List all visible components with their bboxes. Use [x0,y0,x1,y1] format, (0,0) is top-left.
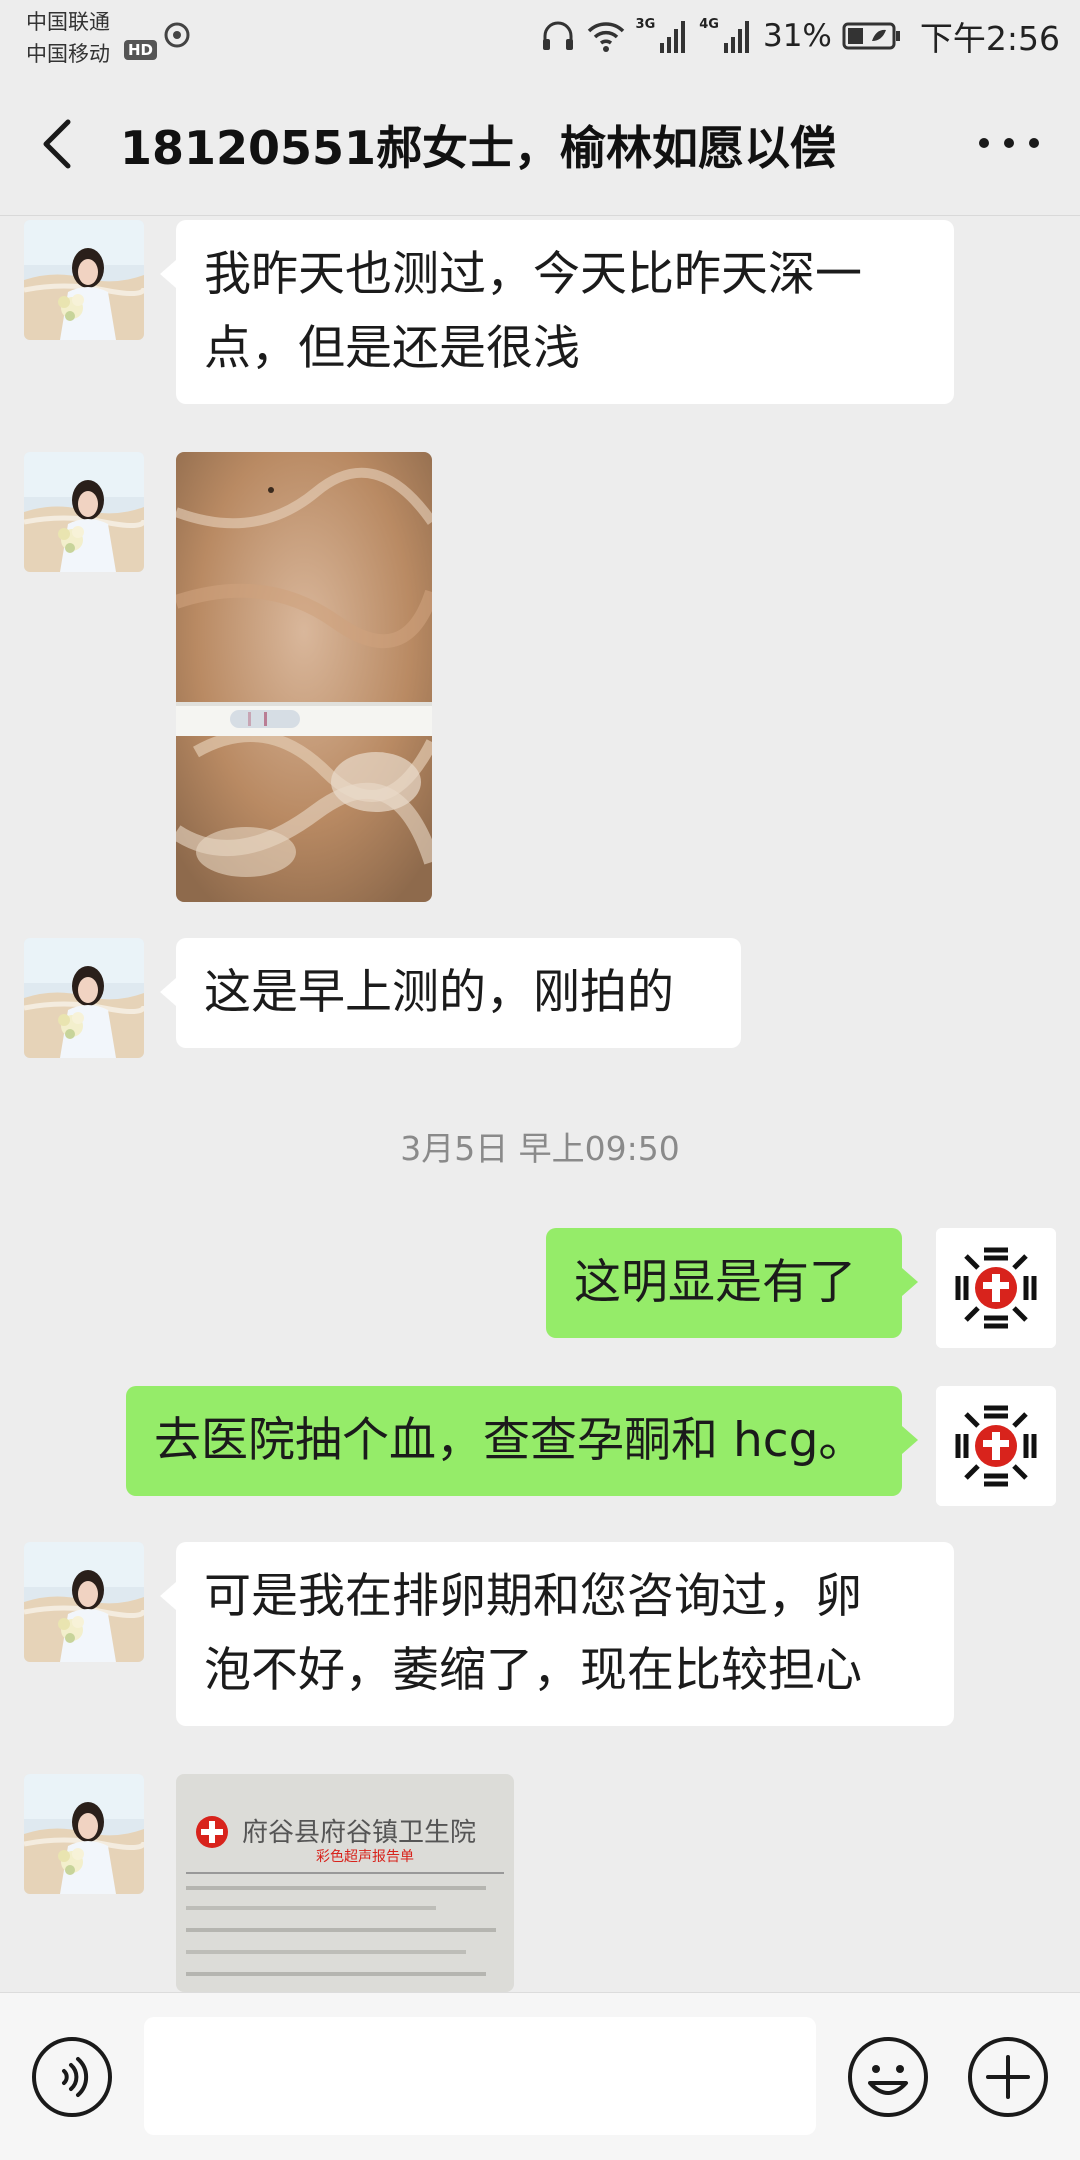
message-text: 点，但是还是很浅 [204,321,580,376]
report-line [186,1928,496,1932]
voice-input-icon[interactable] [30,2035,114,2119]
wifi-icon [587,22,624,52]
battery-icon [842,22,900,50]
status-right: 3G 4G 31% 下午2:56 [540,14,1060,58]
chat-input-bar [0,1992,1080,2160]
red-cross-icon [196,1816,228,1848]
message-text: 这明显是有了 [574,1255,856,1310]
report-line [186,1950,466,1954]
message-text: 可是我在排卵期和您咨询过，卵 [204,1569,862,1624]
message-bubble-incoming[interactable]: 我昨天也测过，今天比昨天深一 点，但是还是很浅 [160,220,954,404]
more-functions-plus-icon[interactable] [966,2035,1050,2119]
report-line [186,1886,486,1890]
chat-timestamp: 3月5日 早上09:50 [400,1129,680,1168]
contact-avatar[interactable] [24,452,144,572]
report-line [186,1906,436,1910]
hd-badge: HD [124,40,158,60]
signal-icon-1 [660,21,686,53]
chat-header: 18120551郝女士，榆林如愿以偿 [0,70,1080,216]
contact-avatar[interactable] [24,1774,144,1894]
message-text: 我昨天也测过，今天比昨天深一 [204,247,862,302]
emoji-icon[interactable] [846,2035,930,2119]
network-4g-label: 4G [699,16,719,32]
message-input[interactable] [144,2017,816,2135]
message-text: 泡不好，萎缩了，现在比较担心 [204,1643,862,1698]
battery-percent: 31% [762,18,832,54]
contact-avatar[interactable] [24,220,144,340]
report-hospital-name: 府谷县府谷镇卫生院 [242,1818,477,1848]
network-3g-label: 3G [635,16,656,32]
report-subtitle: 彩色超声报告单 [316,1849,414,1865]
pregnancy-test-photo[interactable] [176,452,432,902]
clock: 下午2:56 [919,19,1060,58]
more-options-icon[interactable] [974,128,1044,158]
status-bar: 中国联通 中国移动 HD 3G 4G 31% 下午2:56 [0,0,1080,70]
message-bubble-incoming[interactable]: 可是我在排卵期和您咨询过，卵 泡不好，萎缩了，现在比较担心 [160,1542,954,1726]
signal-icon-2 [723,21,749,53]
user-avatar[interactable] [936,1228,1056,1348]
back-arrow-icon[interactable] [30,114,90,174]
message-bubble-outgoing[interactable]: 这明显是有了 [546,1228,918,1338]
report-divider [186,1872,504,1874]
carrier-label-2: 中国移动 [26,42,110,66]
hotspot-icon [164,22,190,48]
message-text: 这是早上测的，刚拍的 [204,965,674,1020]
message-bubble-incoming[interactable]: 这是早上测的，刚拍的 [160,938,741,1048]
medical-report-photo[interactable]: 府谷县府谷镇卫生院 彩色超声报告单 [176,1774,514,1992]
message-text: 去医院抽个血，查查孕酮和 hcg。 [154,1413,866,1468]
message-bubble-outgoing[interactable]: 去医院抽个血，查查孕酮和 hcg。 [126,1386,918,1496]
contact-avatar[interactable] [24,938,144,1058]
carrier-label-1: 中国联通 [26,10,110,34]
headphones-icon [542,21,573,50]
contact-avatar[interactable] [24,1542,144,1662]
user-avatar[interactable] [936,1386,1056,1506]
chat-title: 18120551郝女士，榆林如愿以偿 [120,121,837,175]
report-line [186,1972,486,1976]
